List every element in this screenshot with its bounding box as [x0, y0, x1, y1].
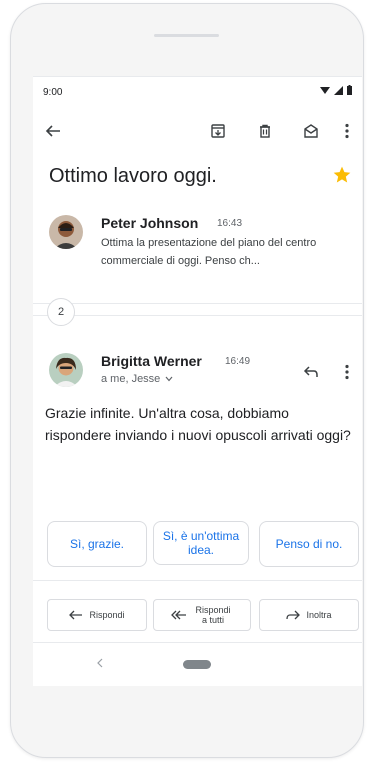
collapsed-divider-bottom [33, 315, 362, 316]
battery-icon [347, 85, 352, 95]
more-vert-icon[interactable] [335, 360, 359, 384]
recipients-text: a me, Jesse [101, 373, 161, 385]
reply-button[interactable]: Rispondi [47, 599, 147, 631]
reply-all-label: Rispondi a tutti [195, 605, 231, 625]
phone-speaker [154, 34, 219, 37]
email-screen: 9:00 Ottimo lavoro oggi. Peter Johnson 1… [33, 76, 362, 686]
reply-label: Rispondi [89, 610, 125, 620]
email-subject: Ottimo lavoro oggi. [49, 165, 217, 187]
avatar [49, 353, 83, 387]
nav-home-pill[interactable] [183, 660, 211, 669]
message-time: 16:49 [225, 356, 251, 367]
toolbar [33, 113, 362, 153]
avatar [49, 215, 83, 249]
signal-icon [334, 85, 343, 95]
status-time: 9:00 [43, 87, 63, 98]
phone-frame: 9:00 Ottimo lavoro oggi. Peter Johnson 1… [10, 3, 364, 758]
sender-name: Brigitta Werner [101, 353, 202, 369]
status-icons [320, 85, 352, 95]
message-body: Grazie infinite. Un'altra cosa, dobbiamo… [45, 405, 351, 443]
system-nav-bar [33, 642, 362, 686]
sender-name: Peter Johnson [101, 215, 199, 231]
reply-all-icon [171, 610, 186, 620]
archive-icon[interactable] [206, 119, 230, 143]
trash-icon[interactable] [253, 119, 277, 143]
nav-back-icon[interactable] [97, 655, 103, 671]
reply-all-button[interactable]: Rispondi a tutti [153, 599, 251, 631]
arrow-back-icon[interactable] [41, 119, 65, 143]
reply-icon [69, 610, 83, 620]
reply-icon[interactable] [299, 360, 323, 384]
forward-label: Inoltra [306, 610, 332, 620]
star-icon[interactable] [332, 165, 354, 187]
smart-reply-chip-1[interactable]: Sì, grazie. [47, 521, 147, 567]
chevron-down-icon [165, 376, 173, 382]
recipients-toggle[interactable]: a me, Jesse [101, 373, 173, 385]
mail-open-icon[interactable] [299, 119, 323, 143]
more-vert-icon[interactable] [335, 119, 359, 143]
forward-button[interactable]: Inoltra [259, 599, 359, 631]
smart-reply-chip-3[interactable]: Penso di no. [259, 521, 359, 567]
message-snippet: Ottima la presentazione del piano del ce… [101, 237, 317, 267]
smart-reply-chip-2[interactable]: Sì, è un'ottima idea. [153, 521, 249, 565]
wifi-icon [320, 86, 330, 94]
actions-divider [33, 580, 362, 581]
collapsed-messages-count[interactable]: 2 [47, 298, 75, 326]
collapsed-divider-top [33, 303, 362, 304]
message-time: 16:43 [217, 218, 243, 229]
forward-icon [286, 610, 301, 620]
